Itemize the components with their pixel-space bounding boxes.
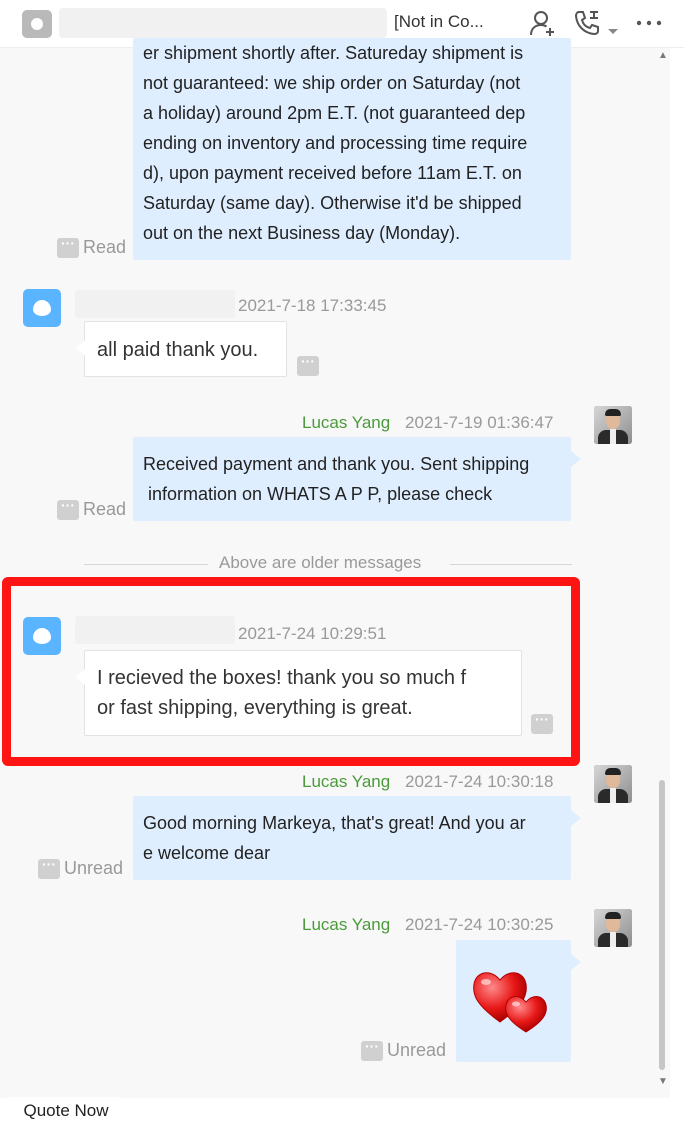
message-line: e welcome dear: [143, 843, 271, 863]
user-avatar[interactable]: [594, 909, 632, 947]
older-messages-divider: Above are older messages: [219, 553, 422, 572]
sender-name: Lucas Yang: [302, 915, 391, 934]
outgoing-message-bubble[interactable]: Good morning Markeya, that's great! And …: [133, 796, 581, 880]
message-line: er shipment shortly after. Satureday shi…: [143, 43, 524, 63]
message-options-icon[interactable]: [361, 1038, 383, 1061]
message-options-icon[interactable]: [57, 497, 79, 520]
divider-line: [84, 564, 208, 565]
phone-icon[interactable]: [572, 8, 602, 38]
read-status: Read: [57, 235, 126, 258]
message-line: Received payment and thank you. Sent shi…: [143, 454, 530, 474]
message-line: Saturday (same day). Otherwise it'd be s…: [143, 193, 522, 213]
scroll-down-icon[interactable]: ▼: [658, 1076, 668, 1087]
sender-name: Lucas Yang: [302, 772, 391, 791]
more-icon[interactable]: [634, 8, 664, 38]
message-line: out on the next Business day (Monday).: [143, 223, 461, 243]
message-timestamp: 2021-7-19 01:36:47: [405, 413, 554, 432]
user-avatar[interactable]: [594, 406, 632, 444]
contact-name-redacted: [59, 8, 387, 38]
incoming-message-bubble[interactable]: all paid thank you.: [76, 321, 287, 377]
unread-status: Unread: [38, 856, 123, 879]
outgoing-sticker-bubble[interactable]: [456, 940, 581, 1062]
contact-avatar[interactable]: [22, 10, 52, 38]
message-line: d), upon payment received before 11am E.…: [143, 163, 522, 183]
message-timestamp: 2021-7-24 10:30:18: [405, 772, 554, 791]
message-options-icon[interactable]: [38, 856, 60, 879]
sender-name-redacted: [75, 290, 235, 318]
message-line: information on WHATS A P P, please check: [143, 484, 493, 504]
divider-line: [450, 564, 572, 565]
message-timestamp: 2021-7-24 10:30:25: [405, 915, 554, 934]
outgoing-message-bubble[interactable]: Received payment and thank you. Sent shi…: [133, 437, 581, 521]
scrollbar-thumb[interactable]: [659, 780, 665, 1070]
chevron-down-icon[interactable]: [606, 14, 620, 44]
add-contact-icon[interactable]: [528, 8, 558, 38]
message-options-icon[interactable]: [57, 235, 79, 258]
message-line: ending on inventory and processing time …: [143, 133, 528, 153]
message-line: a holiday) around 2pm E.T. (not guarante…: [143, 103, 526, 123]
scroll-up-icon[interactable]: ▲: [658, 50, 668, 61]
message-line: not guaranteed: we ship order on Saturda…: [143, 73, 521, 93]
message-text: all paid thank you.: [97, 339, 259, 361]
message-options-icon[interactable]: [297, 353, 319, 376]
message-timestamp: 2021-7-18 17:33:45: [238, 296, 387, 315]
contact-avatar[interactable]: [23, 289, 61, 327]
user-avatar[interactable]: [594, 765, 632, 803]
highlight-annotation: [2, 577, 580, 766]
read-status: Read: [57, 497, 126, 520]
message-line: Good morning Markeya, that's great! And …: [143, 813, 526, 833]
sender-name: Lucas Yang: [302, 413, 391, 432]
outgoing-message-bubble[interactable]: er shipment shortly after. Satureday shi…: [133, 38, 571, 260]
hearts-sticker-icon: [473, 972, 547, 1033]
quote-now-button[interactable]: Quote Now: [10, 1097, 122, 1125]
unread-status: Unread: [361, 1038, 446, 1061]
contact-status: [Not in Co...: [394, 12, 484, 31]
